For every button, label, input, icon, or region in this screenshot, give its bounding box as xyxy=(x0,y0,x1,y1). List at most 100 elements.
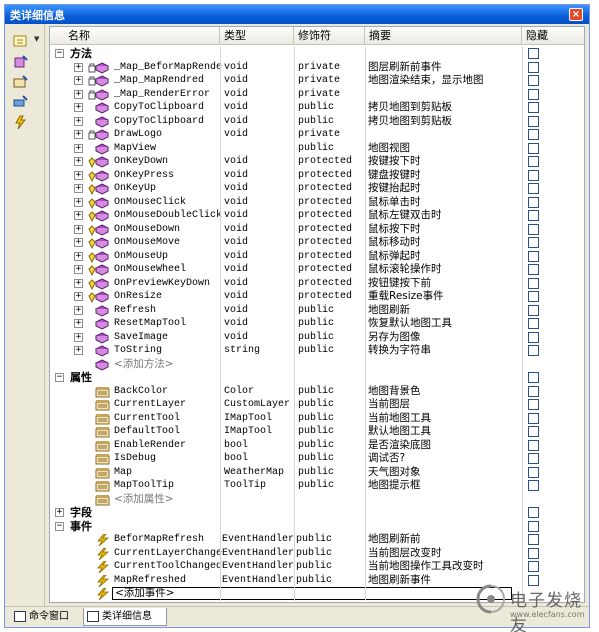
hidden-checkbox[interactable] xyxy=(528,480,539,491)
add-property-icon[interactable] xyxy=(12,74,30,90)
group-fields[interactable]: + 字段 xyxy=(50,506,584,520)
hidden-checkbox[interactable] xyxy=(528,345,539,356)
hidden-checkbox[interactable] xyxy=(528,237,539,248)
collapse-events-toggle[interactable]: − xyxy=(55,521,64,531)
column-header-summary[interactable]: 摘要 xyxy=(365,27,522,44)
method-row[interactable]: + OnMouseDoubleClick void protected 鼠标左键双击时 xyxy=(50,209,584,223)
method-row[interactable]: + CopyToClipboard void public 拷贝地图到剪贴板 xyxy=(50,101,584,115)
hidden-checkbox[interactable] xyxy=(528,102,539,113)
member-type: void xyxy=(224,277,249,289)
hidden-checkbox[interactable] xyxy=(528,277,539,289)
hidden-checkbox[interactable] xyxy=(528,196,539,208)
hidden-checkbox[interactable] xyxy=(528,291,539,302)
hidden-checkbox[interactable] xyxy=(528,520,539,532)
hidden-checkbox[interactable] xyxy=(528,88,539,100)
hidden-checkbox[interactable] xyxy=(528,250,539,262)
method-row[interactable]: + _Map_RenderError void private xyxy=(50,88,584,102)
add-field-icon[interactable] xyxy=(12,94,30,110)
method-public-icon xyxy=(94,318,110,330)
event-row[interactable]: BeforMapRefresh EventHandler public 地图刷新前 xyxy=(50,533,584,547)
new-member-icon[interactable] xyxy=(12,33,30,49)
expand-fields-toggle[interactable]: + xyxy=(55,508,64,517)
event-row[interactable]: CurrentToolChanged EventHandler public 当前地图… xyxy=(50,560,584,574)
method-row[interactable]: + _Map_BeforMapRende void private 图层刷新前事件 xyxy=(50,61,584,75)
method-row[interactable]: + OnMouseWheel void protected 鼠标滚轮操作时 xyxy=(50,263,584,277)
hidden-checkbox[interactable] xyxy=(528,372,539,383)
hidden-checkbox[interactable] xyxy=(528,210,539,221)
hidden-checkbox[interactable] xyxy=(528,426,539,437)
add-method-row[interactable]: <添加方法> xyxy=(50,358,584,372)
group-events[interactable]: − 事件 xyxy=(50,520,584,534)
hidden-checkbox[interactable] xyxy=(528,48,539,59)
column-header-modifier[interactable]: 修饰符 xyxy=(294,27,365,44)
hidden-checkbox[interactable] xyxy=(528,385,539,397)
group-methods[interactable]: − 方法 xyxy=(50,47,584,61)
method-row[interactable]: + OnKeyPress void protected 键盘按键时 xyxy=(50,169,584,183)
hidden-checkbox[interactable] xyxy=(528,439,539,451)
member-summary: 恢复默认地图工具 xyxy=(368,317,452,329)
hidden-checkbox[interactable] xyxy=(528,466,539,478)
hidden-checkbox[interactable] xyxy=(528,129,539,140)
hidden-checkbox[interactable] xyxy=(528,412,539,424)
method-row[interactable]: + CopyToClipboard void public 拷贝地图到剪贴板 xyxy=(50,115,584,129)
hidden-checkbox[interactable] xyxy=(528,453,539,464)
hidden-checkbox[interactable] xyxy=(528,561,539,572)
hidden-checkbox[interactable] xyxy=(528,61,539,73)
hidden-checkbox[interactable] xyxy=(528,142,539,154)
method-row[interactable]: + OnMouseMove void protected 鼠标移动时 xyxy=(50,236,584,250)
property-row[interactable]: IsDebug bool public 调试否? xyxy=(50,452,584,466)
hidden-checkbox[interactable] xyxy=(528,115,539,127)
method-row[interactable]: + _Map_MapRendred void private 地图渲染结束，显示地图 xyxy=(50,74,584,88)
column-header-name[interactable]: 名称 xyxy=(50,27,220,44)
hidden-checkbox[interactable] xyxy=(528,331,539,343)
method-row[interactable]: + MapView public 地图视图 xyxy=(50,142,584,156)
hidden-checkbox[interactable] xyxy=(528,399,539,410)
title-bar[interactable]: 类详细信息 × xyxy=(5,5,589,24)
method-row[interactable]: + OnKeyUp void protected 按键抬起时 xyxy=(50,182,584,196)
method-row[interactable]: + DrawLogo void private xyxy=(50,128,584,142)
method-row[interactable]: + OnMouseUp void protected 鼠标弹起时 xyxy=(50,250,584,264)
close-button[interactable]: × xyxy=(569,8,583,21)
property-row[interactable]: CurrentTool IMapTool public 当前地图工具 xyxy=(50,412,584,426)
method-row[interactable]: + OnMouseDown void protected 鼠标按下时 xyxy=(50,223,584,237)
tab-class-details[interactable]: 类详细信息 xyxy=(83,608,167,626)
method-row[interactable]: + OnPreviewKeyDown void protected 按钮键按下前 xyxy=(50,277,584,291)
method-row[interactable]: + ResetMapTool void public 恢复默认地图工具 xyxy=(50,317,584,331)
hidden-checkbox[interactable] xyxy=(528,507,539,518)
method-row[interactable]: + ToString string public 转换为字符串 xyxy=(50,344,584,358)
hidden-checkbox[interactable] xyxy=(528,223,539,235)
column-header-hidden[interactable]: 隐藏 xyxy=(522,27,584,44)
collapse-methods-toggle[interactable]: − xyxy=(55,49,64,58)
event-row[interactable]: CurrentLayerChange EventHandler public 当前图层… xyxy=(50,547,584,561)
column-header-type[interactable]: 类型 xyxy=(220,27,294,44)
method-icon-wrap xyxy=(80,182,110,195)
chevron-down-icon[interactable]: ▼ xyxy=(34,35,39,43)
hidden-checkbox[interactable] xyxy=(528,304,539,316)
hidden-checkbox[interactable] xyxy=(528,264,539,275)
property-row[interactable]: BackColor Color public 地图背景色 xyxy=(50,385,584,399)
group-title-fields: 字段 xyxy=(70,506,92,519)
collapse-properties-toggle[interactable]: − xyxy=(55,373,64,382)
method-row[interactable]: + SaveImage void public 另存为图像 xyxy=(50,331,584,345)
hidden-checkbox[interactable] xyxy=(528,169,539,181)
add-event-icon[interactable] xyxy=(12,114,30,130)
hidden-checkbox[interactable] xyxy=(528,534,539,545)
property-row[interactable]: DefaultTool IMapTool public 默认地图工具 xyxy=(50,425,584,439)
property-row[interactable]: MapToolTip ToolTip public 地图提示框 xyxy=(50,479,584,493)
property-row[interactable]: CurrentLayer CustomLayer public 当前图层 xyxy=(50,398,584,412)
method-row[interactable]: + Refresh void public 地图刷新 xyxy=(50,304,584,318)
hidden-checkbox[interactable] xyxy=(528,183,539,194)
hidden-checkbox[interactable] xyxy=(528,156,539,167)
add-property-row[interactable]: <添加属性> xyxy=(50,493,584,507)
method-row[interactable]: + OnKeyDown void protected 按键按下时 xyxy=(50,155,584,169)
method-row[interactable]: + OnMouseClick void protected 鼠标单击时 xyxy=(50,196,584,210)
hidden-checkbox[interactable] xyxy=(528,318,539,329)
property-row[interactable]: EnableRender bool public 是否渲染底图 xyxy=(50,439,584,453)
method-row[interactable]: + OnResize void protected 重载Resize事件 xyxy=(50,290,584,304)
group-properties[interactable]: − 属性 xyxy=(50,371,584,385)
tab-command-window[interactable]: 命令窗口 xyxy=(11,608,79,626)
add-method-icon[interactable] xyxy=(12,54,30,70)
hidden-checkbox[interactable] xyxy=(528,75,539,86)
hidden-checkbox[interactable] xyxy=(528,547,539,559)
property-row[interactable]: Map WeatherMap public 天气图对象 xyxy=(50,466,584,480)
